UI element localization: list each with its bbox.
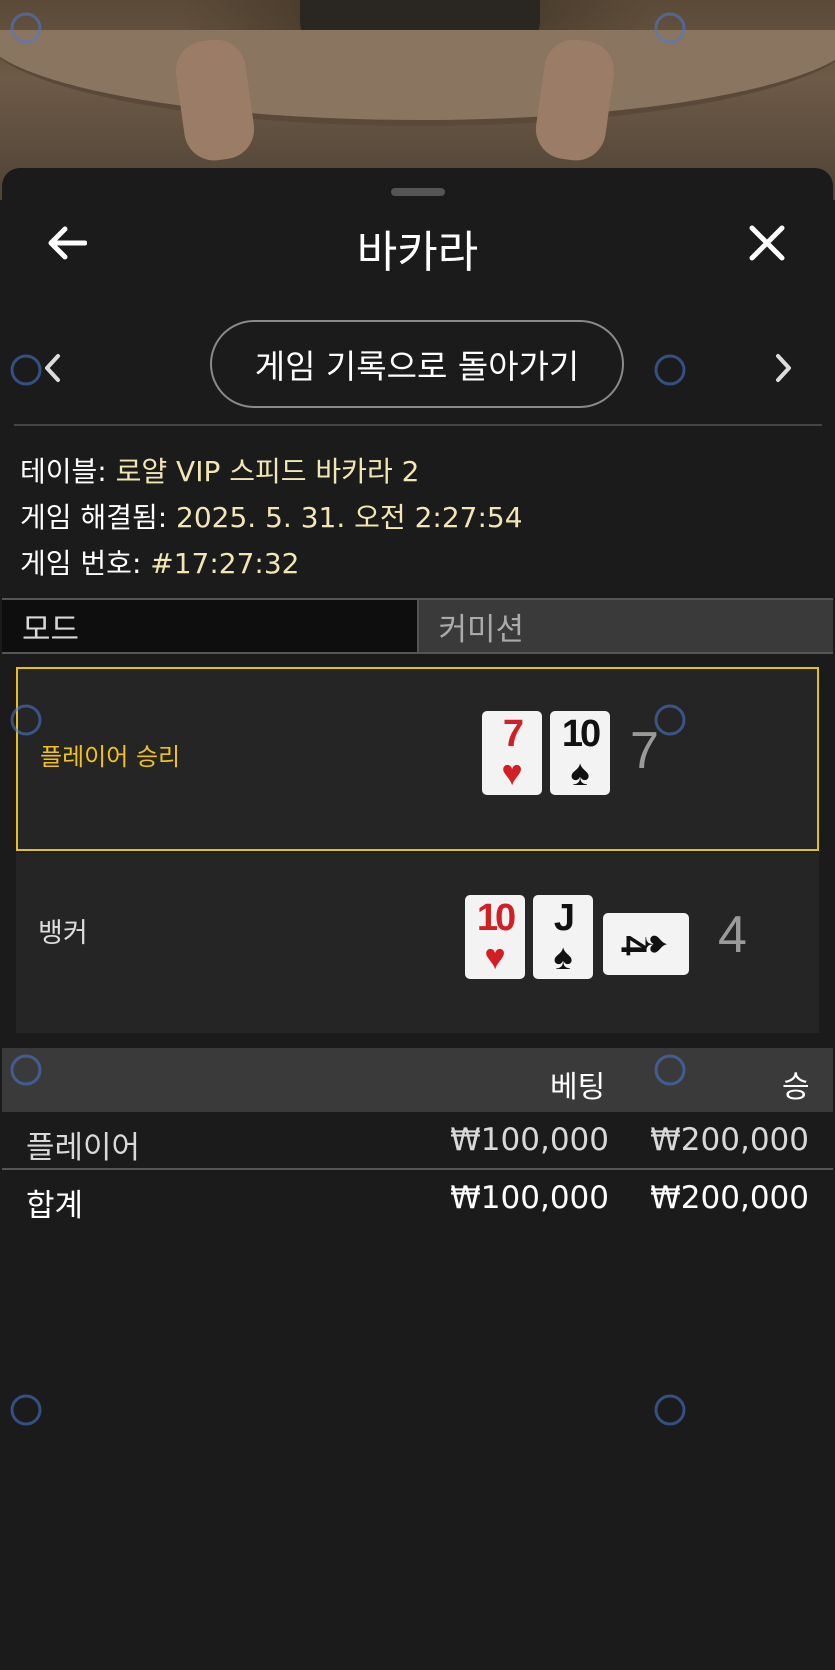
tab-bar: 모드 커미션 — [2, 598, 833, 654]
card-rank: J — [553, 897, 575, 939]
sheet-drag-handle[interactable] — [391, 188, 445, 196]
watermark-icon — [654, 704, 686, 736]
player-result-panel: 플레이어 승리 7 ♥ 10 ♠ 7 — [16, 667, 819, 851]
game-number-label: 게임 번호: — [20, 547, 151, 580]
table-value: 로얄 VIP 스피드 바카라 2 — [115, 455, 420, 488]
card-rank: 10 — [476, 897, 516, 939]
watermark-icon — [654, 1054, 686, 1086]
watermark-icon — [10, 354, 42, 386]
heart-icon: ♥ — [484, 936, 506, 977]
bet-name: 플레이어 — [26, 1130, 141, 1166]
card-rank: 10 — [561, 713, 601, 755]
banker-score: 4 — [718, 906, 747, 964]
win-amount: ₩200,000 — [650, 1122, 809, 1158]
resolved-value: 2025. 5. 31. 오전 2:27:54 — [176, 501, 523, 534]
resolved-info: 게임 해결됨: 2025. 5. 31. 오전 2:27:54 — [20, 496, 523, 536]
total-bet: ₩100,000 — [450, 1180, 609, 1216]
next-game-button[interactable] — [764, 343, 804, 393]
table-label: 테이블: — [20, 455, 116, 488]
watermark-icon — [10, 12, 42, 44]
watermark-icon — [10, 1394, 42, 1426]
playing-card: J ♠ — [533, 895, 593, 979]
game-number-info: 게임 번호: #17:27:32 — [20, 542, 300, 582]
total-win: ₩200,000 — [650, 1180, 809, 1216]
spade-icon: ♠ — [570, 752, 590, 793]
total-label: 합계 — [26, 1188, 84, 1224]
col-bet-header: 베팅 — [550, 1070, 606, 1105]
tab-commission[interactable]: 커미션 — [416, 600, 833, 652]
back-to-history-button[interactable]: 게임 기록으로 돌아가기 — [210, 320, 624, 408]
resolved-label: 게임 해결됨: — [20, 501, 177, 534]
playing-card: 10 ♠ — [550, 711, 610, 795]
watermark-icon — [10, 1054, 42, 1086]
total-row: 합계 ₩100,000 ₩200,000 — [2, 1172, 833, 1228]
spade-icon: ♠ — [637, 934, 679, 954]
page-title: 바카라 — [356, 227, 479, 278]
tab-mode[interactable]: 모드 — [2, 600, 417, 652]
heart-icon: ♥ — [501, 752, 523, 793]
chevron-right-icon — [776, 354, 791, 382]
game-number-value: #17:27:32 — [150, 547, 300, 580]
divider — [14, 424, 822, 426]
watermark-icon — [654, 1394, 686, 1426]
game-detail-sheet: 바카라 게임 기록으로 돌아가기 테이블: 로얄 VIP 스피드 바카라 2 게… — [2, 168, 833, 1670]
close-icon — [749, 225, 785, 261]
playing-card: 10 ♥ — [465, 895, 525, 979]
col-win-header: 승 — [782, 1070, 810, 1105]
table-info: 테이블: 로얄 VIP 스피드 바카라 2 — [20, 450, 419, 490]
banker-label: 뱅커 — [38, 918, 88, 949]
card-rank: 7 — [502, 713, 524, 755]
spade-icon: ♠ — [553, 936, 573, 977]
table-row: 플레이어 ₩100,000 ₩200,000 — [2, 1114, 833, 1170]
playing-card: 7 ♥ — [482, 711, 542, 795]
close-button[interactable] — [742, 218, 792, 268]
divider — [2, 1168, 833, 1170]
player-win-label: 플레이어 승리 — [40, 743, 181, 771]
playing-card-third: 4 ♠ — [603, 913, 689, 975]
banker-result-panel: 뱅커 10 ♥ J ♠ 4 ♠ 4 — [16, 853, 819, 1033]
watermark-icon — [10, 704, 42, 736]
watermark-icon — [654, 354, 686, 386]
bet-table-header: 베팅 승 — [2, 1048, 833, 1112]
table-rail — [0, 30, 835, 126]
watermark-icon — [654, 12, 686, 44]
bet-amount: ₩100,000 — [450, 1122, 609, 1158]
